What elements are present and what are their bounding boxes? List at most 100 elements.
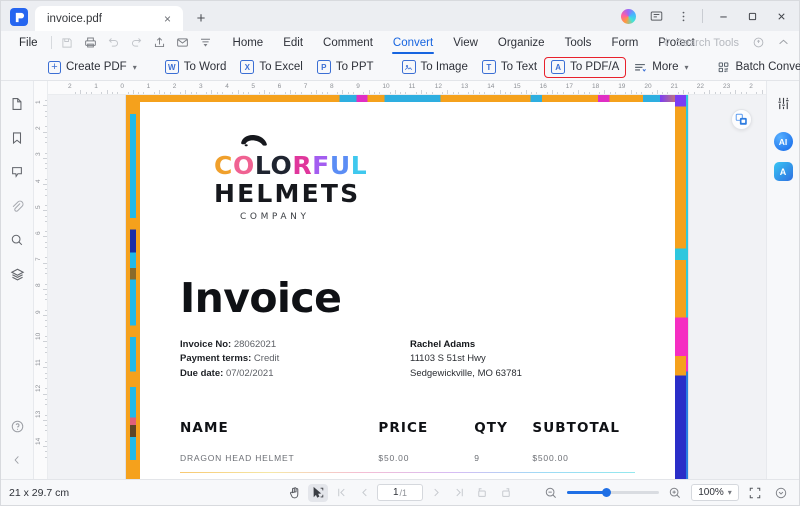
document-view-column: 2 1 0 1 2 3 4 5 6 7 8 9 10 11 12 13 14 15 16 17 18 19 20 21 22 23… bbox=[48, 81, 766, 479]
fit-screen-icon[interactable] bbox=[745, 484, 765, 502]
menu-tab-form[interactable]: Form bbox=[601, 31, 648, 54]
undo-icon[interactable] bbox=[102, 33, 125, 53]
to-image-label: To Image bbox=[420, 61, 468, 73]
batch-convert-button[interactable]: Batch Convert bbox=[710, 57, 800, 78]
first-page-icon[interactable] bbox=[331, 484, 351, 502]
rotate-right-icon[interactable] bbox=[495, 484, 515, 502]
invoice-no-value: 28062021 bbox=[233, 338, 277, 350]
next-page-icon[interactable] bbox=[426, 484, 446, 502]
search-icon[interactable] bbox=[4, 227, 30, 253]
vruler-tick bbox=[44, 309, 47, 311]
download-icon[interactable] bbox=[194, 33, 217, 53]
previous-page-icon[interactable] bbox=[354, 484, 374, 502]
zoom-out-icon[interactable] bbox=[541, 484, 561, 502]
print-icon[interactable] bbox=[79, 33, 102, 53]
document-viewport[interactable]: COLORFUL HELMETS COMPANY Invoice Invoice… bbox=[48, 95, 766, 479]
more-button[interactable]: More ▾ bbox=[626, 57, 695, 78]
ruler-tick bbox=[635, 91, 637, 94]
ruler-tick bbox=[483, 91, 485, 94]
ruler-tick bbox=[143, 91, 145, 94]
ruler-tick bbox=[373, 91, 375, 94]
ruler-tick-label: 1 bbox=[146, 83, 151, 90]
compare-snapshot-button[interactable] bbox=[731, 109, 752, 130]
ruler-tick bbox=[159, 90, 161, 94]
zoom-slider[interactable] bbox=[567, 486, 659, 500]
zoom-level-select[interactable]: 100% ▾ bbox=[691, 484, 739, 501]
ruler-tick-label: 11 bbox=[408, 83, 416, 90]
comment-icon[interactable] bbox=[4, 159, 30, 185]
zoom-in-icon[interactable] bbox=[665, 484, 685, 502]
menu-tab-comment[interactable]: Comment bbox=[313, 31, 383, 54]
thumbnails-icon[interactable] bbox=[4, 91, 30, 117]
page-number-input[interactable]: 1 /1 bbox=[377, 484, 423, 501]
ruler-tick bbox=[510, 91, 512, 94]
collapse-sidebar-icon[interactable] bbox=[4, 447, 30, 473]
to-text-button[interactable]: T To Text bbox=[475, 57, 544, 78]
to-pdfa-button[interactable]: A To PDF/A bbox=[544, 56, 627, 78]
attachment-icon[interactable] bbox=[4, 193, 30, 219]
text-icon: T bbox=[481, 60, 496, 74]
payment-terms-label: Payment terms: bbox=[180, 353, 252, 365]
to-word-button[interactable]: W To Word bbox=[158, 57, 234, 78]
menu-tab-home[interactable]: Home bbox=[223, 31, 274, 54]
to-ppt-button[interactable]: P To PPT bbox=[310, 57, 381, 78]
search-tools-button[interactable]: Search Tools bbox=[661, 37, 745, 49]
document-tab[interactable]: invoice.pdf × bbox=[35, 6, 183, 31]
menu-file[interactable]: File bbox=[10, 37, 47, 49]
ruler-tick bbox=[153, 91, 155, 94]
to-image-button[interactable]: To Image bbox=[395, 57, 475, 78]
update-icon[interactable] bbox=[747, 33, 770, 53]
more-menu-icon[interactable] bbox=[670, 3, 696, 29]
ai-assistant-button[interactable]: AI bbox=[773, 132, 793, 151]
email-icon[interactable] bbox=[171, 33, 194, 53]
minimize-button[interactable] bbox=[709, 3, 737, 29]
menu-tab-view[interactable]: View bbox=[443, 31, 488, 54]
ruler-tick bbox=[452, 91, 454, 94]
ruler-tick bbox=[190, 91, 192, 94]
lightbulb-icon bbox=[661, 37, 672, 48]
menu-tab-edit[interactable]: Edit bbox=[273, 31, 313, 54]
payment-terms-row: Payment terms: Credit bbox=[180, 352, 410, 367]
redo-icon[interactable] bbox=[125, 33, 148, 53]
new-tab-icon[interactable]: + bbox=[190, 7, 212, 29]
column-header-name: NAME bbox=[180, 419, 229, 436]
create-pdf-button[interactable]: + Create PDF ▾ bbox=[41, 57, 144, 78]
collapse-ribbon-icon[interactable] bbox=[772, 33, 795, 53]
save-icon[interactable] bbox=[56, 33, 79, 53]
vruler-tick bbox=[44, 320, 47, 322]
share-icon[interactable] bbox=[148, 33, 171, 53]
sliders-icon[interactable] bbox=[770, 90, 796, 116]
select-icon[interactable] bbox=[308, 483, 328, 502]
rotate-left-icon[interactable] bbox=[472, 484, 492, 502]
menu-tab-organize[interactable]: Organize bbox=[488, 31, 555, 54]
close-tab-icon[interactable]: × bbox=[160, 11, 175, 26]
feedback-icon[interactable] bbox=[643, 3, 669, 29]
help-icon[interactable] bbox=[4, 413, 30, 439]
layers-icon[interactable] bbox=[4, 261, 30, 287]
chevron-down-circle-icon[interactable] bbox=[771, 484, 791, 502]
zoom-slider-knob[interactable] bbox=[602, 488, 611, 497]
helmet-icon bbox=[238, 134, 268, 151]
ruler-tick bbox=[421, 90, 423, 94]
brand-letter-7: L bbox=[350, 151, 368, 180]
brand-letter-6: U bbox=[329, 151, 351, 180]
avatar[interactable] bbox=[621, 8, 636, 24]
ruler-tick bbox=[290, 90, 292, 94]
last-page-icon[interactable] bbox=[449, 484, 469, 502]
vruler-tick-label: 10 bbox=[35, 332, 42, 340]
menu-tab-convert[interactable]: Convert bbox=[383, 31, 443, 54]
vruler-tick bbox=[44, 362, 47, 364]
translate-button[interactable]: A bbox=[773, 162, 793, 181]
ruler-tick bbox=[693, 91, 695, 94]
ruler-tick bbox=[525, 90, 527, 94]
bookmark-icon[interactable] bbox=[4, 125, 30, 151]
close-button[interactable] bbox=[767, 3, 795, 29]
vruler-tick bbox=[44, 404, 47, 406]
menu-tab-tools[interactable]: Tools bbox=[555, 31, 602, 54]
ruler-tick bbox=[379, 91, 381, 94]
ruler-tick-label: 19 bbox=[618, 83, 626, 90]
maximize-button[interactable] bbox=[738, 3, 766, 29]
ruler-tick bbox=[389, 91, 391, 94]
to-excel-button[interactable]: X To Excel bbox=[233, 57, 309, 78]
hand-icon[interactable] bbox=[285, 484, 305, 502]
